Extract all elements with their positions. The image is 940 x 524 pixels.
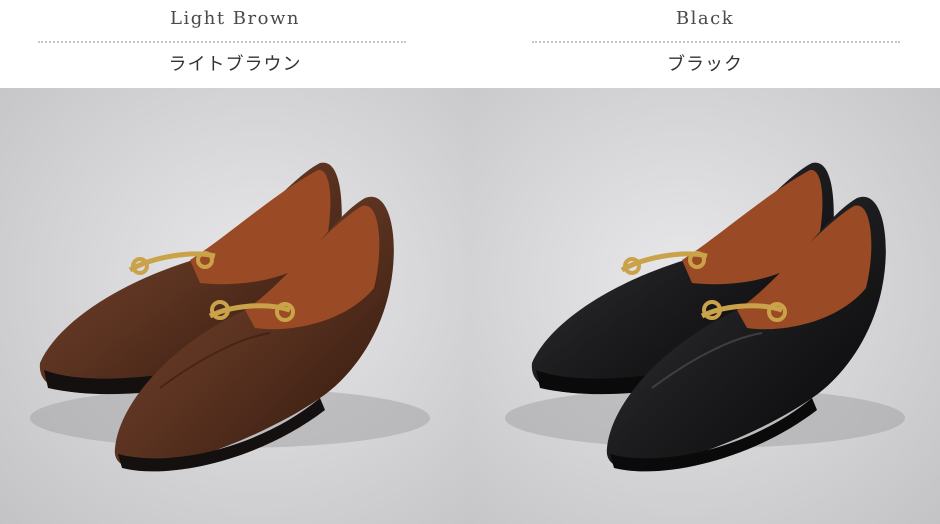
color-name-english: Light Brown [170, 8, 300, 29]
color-name-english: Black [675, 8, 735, 29]
color-name-japanese: ブラック [667, 54, 743, 75]
variant-black: Black ブラック [470, 0, 940, 524]
variant-header: Light Brown ライトブラウン [0, 0, 470, 88]
product-photo [0, 88, 470, 524]
loafer-pair-icon [470, 88, 940, 524]
color-name-japanese: ライトブラウン [168, 54, 302, 75]
dotted-divider [38, 41, 406, 43]
variant-header: Black ブラック [470, 0, 940, 88]
dotted-divider [532, 41, 900, 43]
loafer-pair-icon [0, 88, 470, 524]
product-photo [470, 88, 940, 524]
variant-light-brown: Light Brown ライトブラウン [0, 0, 470, 524]
color-variant-comparison: Light Brown ライトブラウン Black ブラック [0, 0, 940, 524]
